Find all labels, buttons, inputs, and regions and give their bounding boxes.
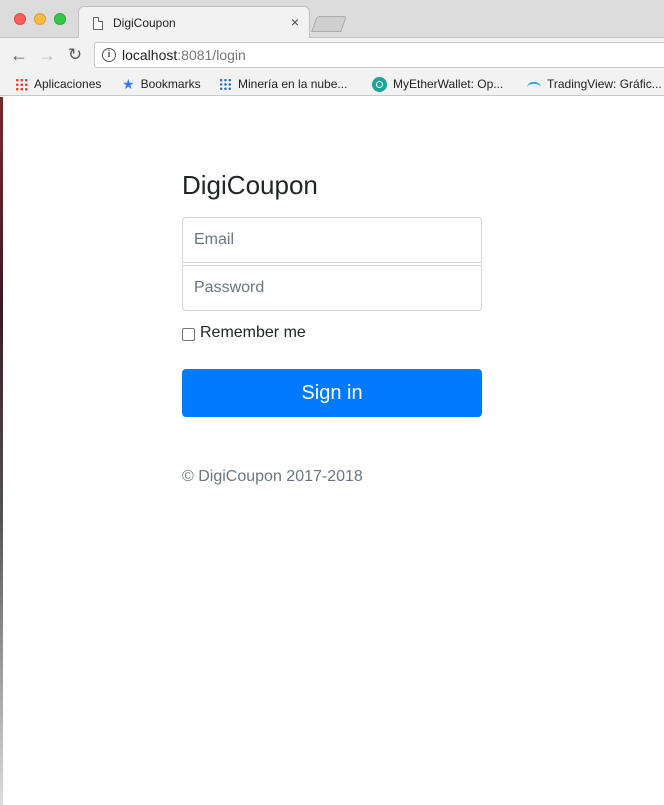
bookmark-bookmarks[interactable]: ★ Bookmarks <box>122 76 201 92</box>
window-maximize-button[interactable] <box>54 13 66 25</box>
bookmarks-bar: Aplicaciones ★ Bookmarks Minería en la n… <box>0 72 664 96</box>
bookmark-aplicaciones[interactable]: Aplicaciones <box>15 76 101 92</box>
url-host: localhost <box>122 47 178 63</box>
tab-close-icon[interactable]: × <box>291 14 299 30</box>
tradingview-icon <box>527 79 541 89</box>
remember-me-label: Remember me <box>200 324 306 341</box>
footer-copyright: © DigiCoupon 2017-2018 <box>182 468 363 485</box>
tab-title: DigiCoupon <box>113 16 176 30</box>
star-icon: ★ <box>122 75 135 92</box>
bookmark-myetherwallet[interactable]: MyEtherWallet: Op... <box>372 76 503 92</box>
address-bar[interactable]: i localhost:8081/login <box>94 42 664 68</box>
dots-grid-icon <box>219 77 232 91</box>
email-placeholder: Email <box>194 231 235 248</box>
window-edge <box>0 97 3 805</box>
page-icon <box>93 17 103 30</box>
bookmark-label: MyEtherWallet: Op... <box>393 77 504 91</box>
bookmark-label: Aplicaciones <box>34 77 102 91</box>
back-arrow-icon[interactable]: ← <box>9 45 29 65</box>
bookmark-mineria[interactable]: Minería en la nube... <box>219 76 347 92</box>
remember-me-checkbox[interactable] <box>182 327 195 341</box>
sign-in-button[interactable]: Sign in <box>182 369 482 417</box>
window-minimize-button[interactable] <box>34 13 46 25</box>
forward-arrow-icon[interactable]: → <box>37 45 57 65</box>
bookmark-label: Bookmarks <box>140 77 201 91</box>
bookmark-label: Minería en la nube... <box>238 77 348 91</box>
new-tab-button[interactable] <box>311 16 347 32</box>
browser-tab[interactable]: DigiCoupon × <box>78 6 310 39</box>
bookmark-tradingview[interactable]: TradingView: Gráfic... <box>527 76 662 92</box>
page-title: DigiCoupon <box>182 170 318 200</box>
email-field[interactable]: Email <box>182 217 482 263</box>
password-field[interactable]: Password <box>182 265 482 311</box>
window-close-button[interactable] <box>14 13 26 25</box>
bookmark-label: TradingView: Gráfic... <box>547 77 662 91</box>
reload-icon[interactable]: ↻ <box>65 45 85 65</box>
myetherwallet-icon <box>372 76 387 92</box>
apps-grid-icon <box>15 77 28 91</box>
info-icon[interactable]: i <box>102 48 116 62</box>
remember-me[interactable]: Remember me <box>182 324 306 342</box>
browser-toolbar: ← → ↻ i localhost:8081/login <box>0 38 664 72</box>
password-placeholder: Password <box>194 279 265 296</box>
url-text[interactable]: localhost:8081/login <box>122 47 246 63</box>
browser-title-bar: DigiCoupon × <box>0 0 664 39</box>
url-path: :8081/login <box>177 47 246 63</box>
